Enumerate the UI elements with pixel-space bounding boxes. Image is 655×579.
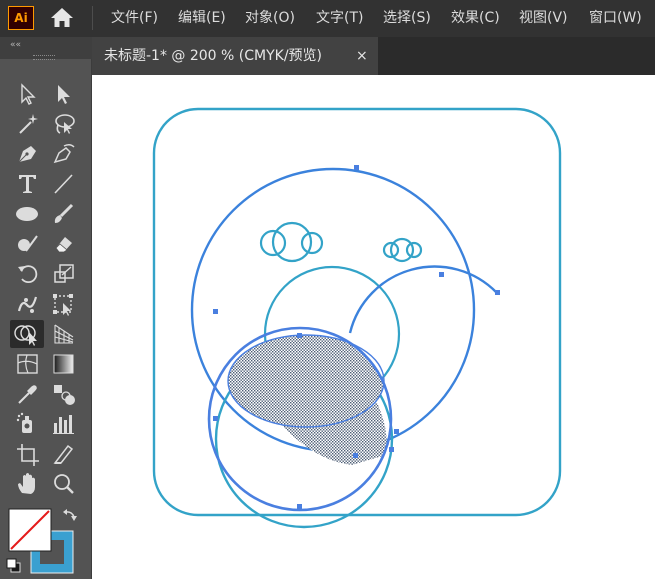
pen-tool[interactable] bbox=[14, 141, 42, 167]
default-colors-icon bbox=[6, 558, 21, 573]
menu-bar: Ai 文件(F) 编辑(E) 对象(O) 文字(T) 选择(S) 效果(C) 视… bbox=[0, 0, 655, 37]
gradient-tool-icon bbox=[53, 354, 74, 374]
magic-wand-tool-icon bbox=[19, 114, 38, 134]
selection-tool-icon bbox=[21, 83, 36, 105]
puppet-warp-tool-icon bbox=[17, 296, 38, 313]
mesh-tool-icon bbox=[17, 354, 38, 374]
hand-tool[interactable] bbox=[14, 471, 42, 497]
collapse-icon[interactable]: «« bbox=[10, 40, 21, 50]
lasso-tool-icon bbox=[55, 114, 75, 134]
anchor-point[interactable] bbox=[439, 272, 444, 277]
symbol-sprayer-tool[interactable] bbox=[14, 411, 42, 437]
menu-separator bbox=[92, 6, 93, 30]
eye-circle-shape[interactable] bbox=[271, 221, 313, 263]
swap-arrow-icon bbox=[63, 509, 77, 521]
artboard-canvas[interactable] bbox=[92, 75, 655, 579]
menu-effect[interactable]: 效果(C) bbox=[451, 0, 500, 37]
home-icon bbox=[51, 8, 73, 27]
shape-builder-tool-icon bbox=[14, 325, 37, 346]
scale-tool-icon bbox=[54, 264, 74, 283]
menu-type[interactable]: 文字(T) bbox=[316, 0, 363, 37]
tools-panel: «« bbox=[0, 37, 92, 579]
selection-tool[interactable] bbox=[14, 81, 42, 107]
eraser-tool-icon bbox=[55, 237, 72, 253]
right-arc-shape[interactable] bbox=[348, 265, 498, 334]
anchor-point[interactable] bbox=[495, 290, 500, 295]
free-transform-tool[interactable] bbox=[50, 291, 78, 317]
default-fill-stroke-button[interactable] bbox=[6, 558, 22, 574]
eye-circle-shape[interactable] bbox=[389, 237, 415, 263]
shaper-tool[interactable] bbox=[14, 231, 42, 257]
document-tab-label: 未标题-1* @ 200 % (CMYK/预览) bbox=[104, 48, 323, 64]
swap-fill-stroke-button[interactable] bbox=[62, 508, 78, 524]
anchor-point[interactable] bbox=[213, 416, 218, 421]
menu-select[interactable]: 选择(S) bbox=[383, 0, 431, 37]
shape-builder-tool[interactable] bbox=[10, 320, 44, 348]
tools-panel-header[interactable]: «« bbox=[0, 37, 92, 60]
menu-edit[interactable]: 编辑(E) bbox=[178, 0, 226, 37]
mesh-tool[interactable] bbox=[14, 351, 42, 377]
type-tool-icon bbox=[19, 175, 36, 193]
column-graph-tool[interactable] bbox=[50, 411, 78, 437]
direct-selection-tool-icon bbox=[58, 85, 70, 104]
column-graph-tool-icon bbox=[53, 415, 74, 434]
anchor-point[interactable] bbox=[389, 447, 394, 452]
menu-file[interactable]: 文件(F) bbox=[111, 0, 158, 37]
eraser-tool[interactable] bbox=[50, 231, 78, 257]
perspective-grid-tool[interactable] bbox=[50, 321, 78, 347]
menu-view[interactable]: 视图(V) bbox=[519, 0, 568, 37]
paintbrush-tool-icon bbox=[54, 203, 74, 223]
fill-none-icon bbox=[8, 508, 52, 552]
document-tab-bar: 未标题-1* @ 200 % (CMYK/预览) × bbox=[92, 37, 655, 75]
slice-tool[interactable] bbox=[50, 441, 78, 467]
pen-tool-icon bbox=[18, 146, 36, 163]
ellipse-tool-icon bbox=[16, 207, 38, 221]
curvature-tool-icon bbox=[53, 143, 75, 164]
eyedropper-tool[interactable] bbox=[14, 381, 42, 407]
paintbrush-tool[interactable] bbox=[50, 201, 78, 227]
anchor-point[interactable] bbox=[353, 453, 358, 458]
blend-tool[interactable] bbox=[50, 381, 78, 407]
fill-swatch[interactable] bbox=[8, 508, 52, 552]
app-logo-text: Ai bbox=[14, 11, 28, 25]
slice-tool-icon bbox=[53, 444, 74, 464]
rotate-tool[interactable] bbox=[14, 261, 42, 287]
rotate-tool-icon bbox=[18, 265, 38, 284]
anchor-point[interactable] bbox=[297, 333, 302, 338]
document-tab[interactable]: 未标题-1* @ 200 % (CMYK/预览) × bbox=[92, 37, 378, 75]
line-segment-tool[interactable] bbox=[50, 171, 78, 197]
artboard-tool[interactable] bbox=[14, 441, 42, 467]
menu-window[interactable]: 窗口(W) bbox=[589, 0, 642, 37]
hand-tool-icon bbox=[18, 473, 35, 494]
artwork[interactable] bbox=[92, 75, 655, 579]
home-button[interactable] bbox=[48, 6, 76, 30]
type-tool[interactable] bbox=[14, 171, 42, 197]
zoom-tool-icon bbox=[54, 474, 74, 494]
scale-tool[interactable] bbox=[50, 261, 78, 287]
puppet-warp-tool[interactable] bbox=[14, 291, 42, 317]
line-segment-tool-icon bbox=[54, 174, 73, 194]
app-logo: Ai bbox=[8, 6, 34, 30]
perspective-grid-tool-icon bbox=[54, 324, 74, 344]
artboard-tool-icon bbox=[17, 444, 39, 466]
menu-object[interactable]: 对象(O) bbox=[245, 0, 295, 37]
anchor-point[interactable] bbox=[354, 165, 359, 170]
anchor-point[interactable] bbox=[213, 309, 218, 314]
shaper-tool-icon bbox=[18, 235, 38, 252]
free-transform-tool-icon bbox=[53, 294, 73, 316]
blend-tool-icon bbox=[54, 385, 75, 405]
zoom-tool[interactable] bbox=[50, 471, 78, 497]
close-icon[interactable]: × bbox=[356, 37, 368, 75]
lasso-tool[interactable] bbox=[50, 111, 78, 137]
eyedropper-tool-icon bbox=[18, 385, 37, 404]
gradient-tool[interactable] bbox=[50, 351, 78, 377]
panel-grip-icon[interactable] bbox=[33, 55, 55, 60]
direct-selection-tool[interactable] bbox=[50, 81, 78, 107]
anchor-point[interactable] bbox=[297, 504, 302, 509]
ellipse-tool[interactable] bbox=[14, 201, 42, 227]
curvature-tool[interactable] bbox=[50, 141, 78, 167]
symbol-sprayer-tool-icon bbox=[16, 412, 32, 433]
anchor-point[interactable] bbox=[394, 429, 399, 434]
magic-wand-tool[interactable] bbox=[14, 111, 42, 137]
